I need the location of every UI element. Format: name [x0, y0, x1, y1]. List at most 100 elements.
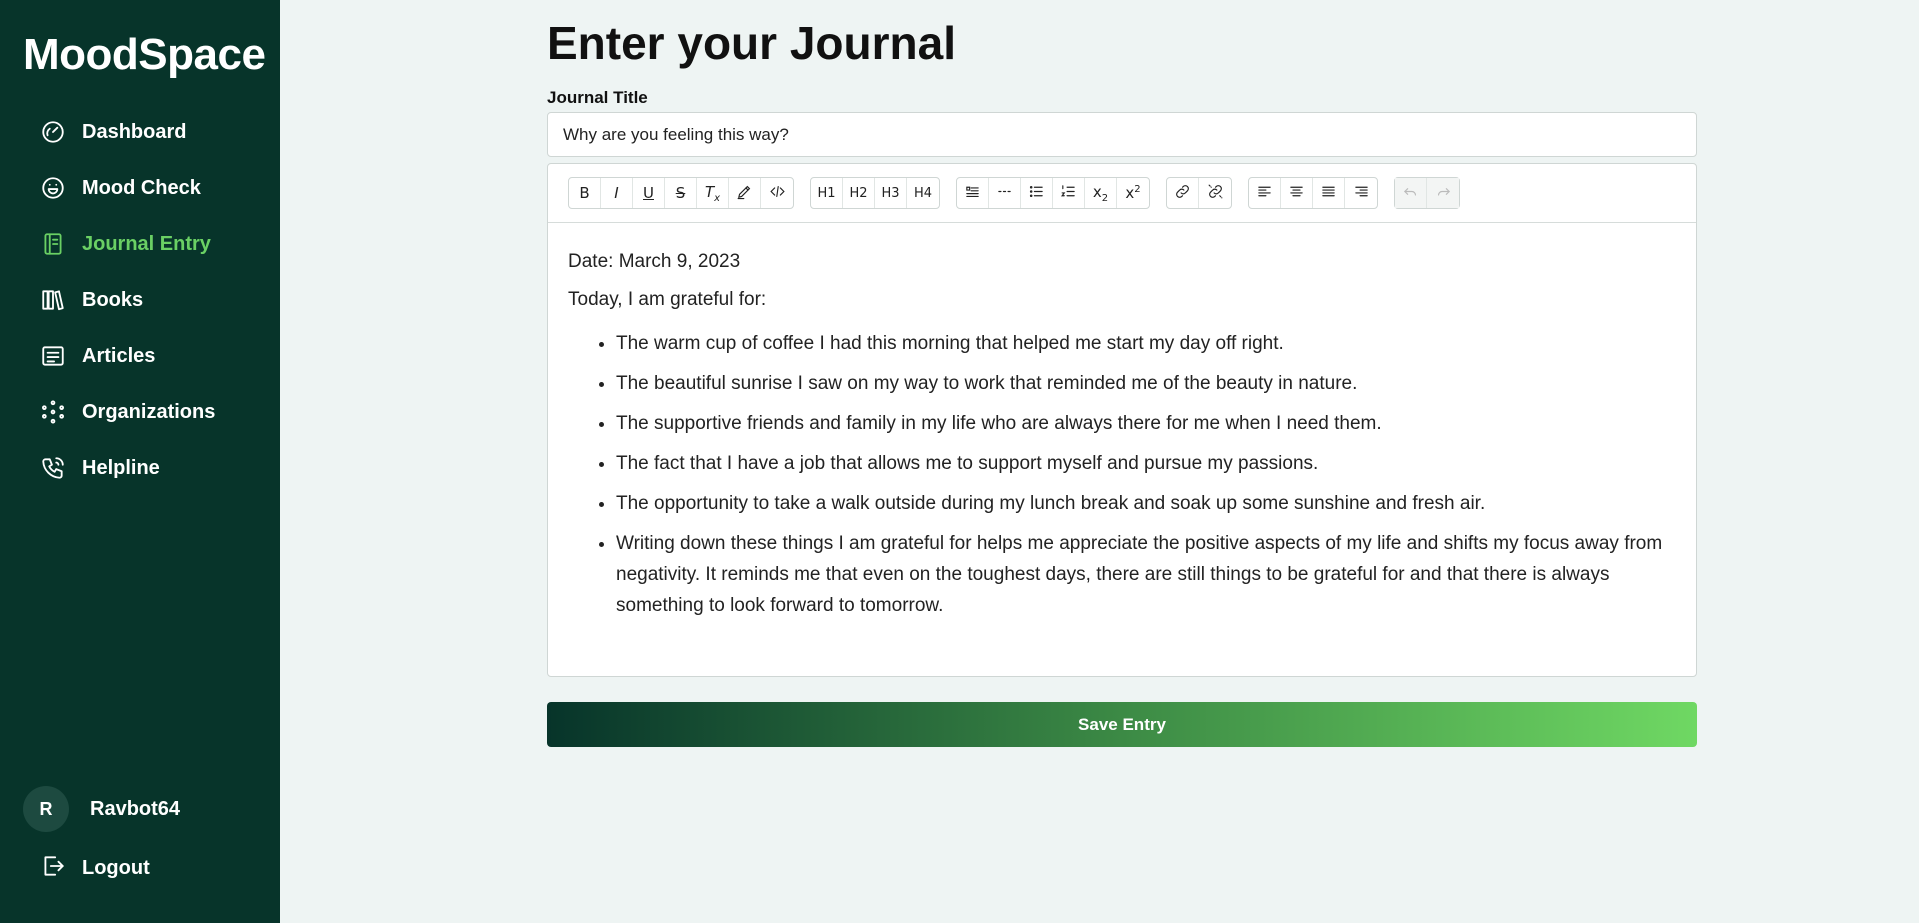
- unlink-button[interactable]: [1199, 178, 1231, 208]
- clear-format-button[interactable]: Tx: [697, 178, 729, 208]
- bullet-list-button[interactable]: [1021, 178, 1053, 208]
- link-group: [1166, 177, 1232, 209]
- align-left-icon: [1256, 183, 1273, 204]
- page-title: Enter your Journal: [547, 17, 956, 69]
- blockquote-icon: [964, 183, 981, 204]
- gauge-icon: [40, 119, 66, 145]
- editor-content[interactable]: Date: March 9, 2023 Today, I am grateful…: [548, 223, 1696, 621]
- align-center-icon: [1288, 183, 1305, 204]
- underline-icon: U: [643, 184, 654, 202]
- bullet-list-icon: [1028, 183, 1045, 204]
- heading-3-button[interactable]: H3: [875, 178, 907, 208]
- heading-4-label: H4: [913, 185, 933, 201]
- align-center-button[interactable]: [1281, 178, 1313, 208]
- phone-icon: [40, 455, 66, 481]
- books-icon: [40, 287, 66, 313]
- sidebar-item-label: Journal Entry: [82, 232, 211, 255]
- brand-logo[interactable]: MoodSpace: [23, 30, 266, 80]
- redo-button[interactable]: [1427, 178, 1459, 208]
- heading-4-button[interactable]: H4: [907, 178, 939, 208]
- sidebar-item-label: Articles: [82, 344, 156, 367]
- ordered-list-icon: [1060, 183, 1077, 204]
- username: Ravbot64: [90, 797, 181, 820]
- undo-button[interactable]: [1395, 178, 1427, 208]
- heading-1-button[interactable]: H1: [811, 178, 843, 208]
- align-left-button[interactable]: [1249, 178, 1281, 208]
- code-icon: [769, 183, 786, 204]
- sidebar-item-mood-check[interactable]: Mood Check: [0, 160, 280, 216]
- gratitude-list: The warm cup of coffee I had this mornin…: [568, 328, 1676, 621]
- subscript-button[interactable]: x2: [1085, 178, 1117, 208]
- heading-2-button[interactable]: H2: [843, 178, 875, 208]
- ordered-list-button[interactable]: [1053, 178, 1085, 208]
- list-item: The fact that I have a job that allows m…: [616, 448, 1676, 479]
- list-item: The opportunity to take a walk outside d…: [616, 488, 1676, 519]
- heading-3-label: H3: [881, 185, 900, 201]
- logout-label: Logout: [82, 857, 150, 879]
- align-justify-icon: [1320, 183, 1337, 204]
- sidebar-item-label: Mood Check: [82, 176, 201, 199]
- blockquote-button[interactable]: [957, 178, 989, 208]
- smiley-icon: [40, 175, 66, 201]
- heading-group: H1 H2 H3 H4: [810, 177, 940, 209]
- user-profile[interactable]: R Ravbot64: [23, 786, 180, 832]
- unlink-icon: [1207, 183, 1224, 204]
- underline-button[interactable]: U: [633, 178, 665, 208]
- sidebar-item-dashboard[interactable]: Dashboard: [0, 104, 280, 160]
- link-icon: [1174, 183, 1191, 204]
- bold-icon: B: [579, 184, 590, 202]
- heading-1-label: H1: [817, 185, 836, 201]
- rich-text-editor: B I U S Tx H1 H2 H3 H4 x2 x2 Date: March…: [547, 163, 1697, 677]
- list-item: The beautiful sunrise I saw on my way to…: [616, 368, 1676, 399]
- highlight-button[interactable]: [729, 178, 761, 208]
- editor-toolbar: B I U S Tx H1 H2 H3 H4 x2 x2: [548, 164, 1696, 223]
- sidebar-item-journal-entry[interactable]: Journal Entry: [0, 216, 280, 272]
- journal-icon: [40, 231, 66, 257]
- organization-icon: [40, 399, 66, 425]
- journal-title-input[interactable]: [547, 112, 1697, 157]
- sidebar: MoodSpace Dashboard Mood Check Journal E…: [0, 0, 280, 923]
- bold-button[interactable]: B: [569, 178, 601, 208]
- strikethrough-icon: S: [675, 184, 686, 202]
- format-group: B I U S Tx: [568, 177, 794, 209]
- date-line: Date: March 9, 2023: [568, 251, 741, 272]
- align-right-button[interactable]: [1345, 178, 1377, 208]
- article-icon: [40, 343, 66, 369]
- intro-line: Today, I am grateful for:: [568, 289, 767, 311]
- list-item: Writing down these things I am grateful …: [616, 528, 1676, 621]
- sidebar-item-label: Dashboard: [82, 120, 187, 143]
- list-item: The supportive friends and family in my …: [616, 408, 1676, 439]
- italic-button[interactable]: I: [601, 178, 633, 208]
- journal-title-label: Journal Title: [547, 88, 648, 107]
- link-button[interactable]: [1167, 178, 1199, 208]
- avatar: R: [23, 786, 69, 832]
- logout-icon: [40, 853, 66, 884]
- sidebar-item-label: Organizations: [82, 400, 216, 423]
- highlighter-icon: [736, 183, 753, 204]
- logout-button[interactable]: Logout: [40, 853, 150, 884]
- heading-2-label: H2: [849, 185, 868, 201]
- align-right-icon: [1353, 183, 1370, 204]
- code-button[interactable]: [761, 178, 793, 208]
- sidebar-item-helpline[interactable]: Helpline: [0, 440, 280, 496]
- sidebar-item-books[interactable]: Books: [0, 272, 280, 328]
- subscript-icon: x2: [1092, 182, 1109, 204]
- strikethrough-button[interactable]: S: [665, 178, 697, 208]
- sidebar-nav: Dashboard Mood Check Journal Entry Books…: [0, 104, 280, 496]
- align-justify-button[interactable]: [1313, 178, 1345, 208]
- superscript-button[interactable]: x2: [1117, 178, 1149, 208]
- clear-format-icon: Tx: [704, 182, 721, 204]
- italic-icon: I: [614, 184, 619, 202]
- sidebar-item-organizations[interactable]: Organizations: [0, 384, 280, 440]
- save-entry-button[interactable]: Save Entry: [547, 702, 1697, 747]
- history-group: [1394, 177, 1460, 209]
- sidebar-item-articles[interactable]: Articles: [0, 328, 280, 384]
- sidebar-item-label: Books: [82, 288, 144, 311]
- undo-icon: [1402, 183, 1419, 204]
- superscript-icon: x2: [1125, 184, 1141, 202]
- horizontal-rule-icon: [996, 183, 1013, 204]
- redo-icon: [1435, 183, 1452, 204]
- sidebar-item-label: Helpline: [82, 456, 160, 479]
- horizontal-rule-button[interactable]: [989, 178, 1021, 208]
- align-group: [1248, 177, 1378, 209]
